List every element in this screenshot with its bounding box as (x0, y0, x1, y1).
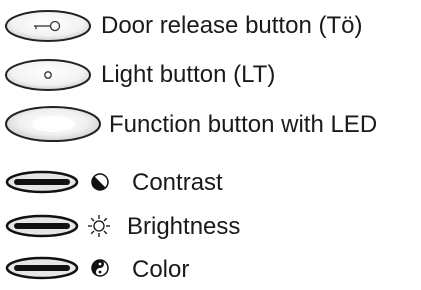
legend-item-function: Function button with LED (0, 103, 421, 143)
door-release-label: Door release button (Tö) (101, 12, 363, 39)
sun-icon (88, 215, 110, 237)
brightness-rocker-icon (5, 214, 79, 238)
legend-item-brightness: Brightness (0, 208, 421, 248)
color-rocker-icon (5, 256, 79, 280)
contrast-label: Contrast (132, 169, 223, 196)
light-button-label: Light button (LT) (101, 61, 276, 88)
led-icon (31, 116, 75, 132)
contrast-rocker-icon (5, 170, 79, 194)
brightness-label: Brightness (127, 213, 241, 240)
light-button-icon (5, 59, 91, 91)
legend-item-contrast: Contrast (0, 164, 421, 204)
function-button-icon (5, 106, 101, 142)
function-button-label: Function button with LED (109, 111, 378, 138)
legend-item-light: Light button (LT) (0, 55, 421, 95)
color-wheel-icon (91, 259, 109, 277)
color-label: Color (132, 256, 190, 283)
door-release-button-icon (5, 10, 91, 42)
contrast-icon (91, 173, 109, 191)
legend-item-door-release: Door release button (Tö) (0, 6, 421, 46)
legend-item-color: Color (0, 250, 421, 290)
